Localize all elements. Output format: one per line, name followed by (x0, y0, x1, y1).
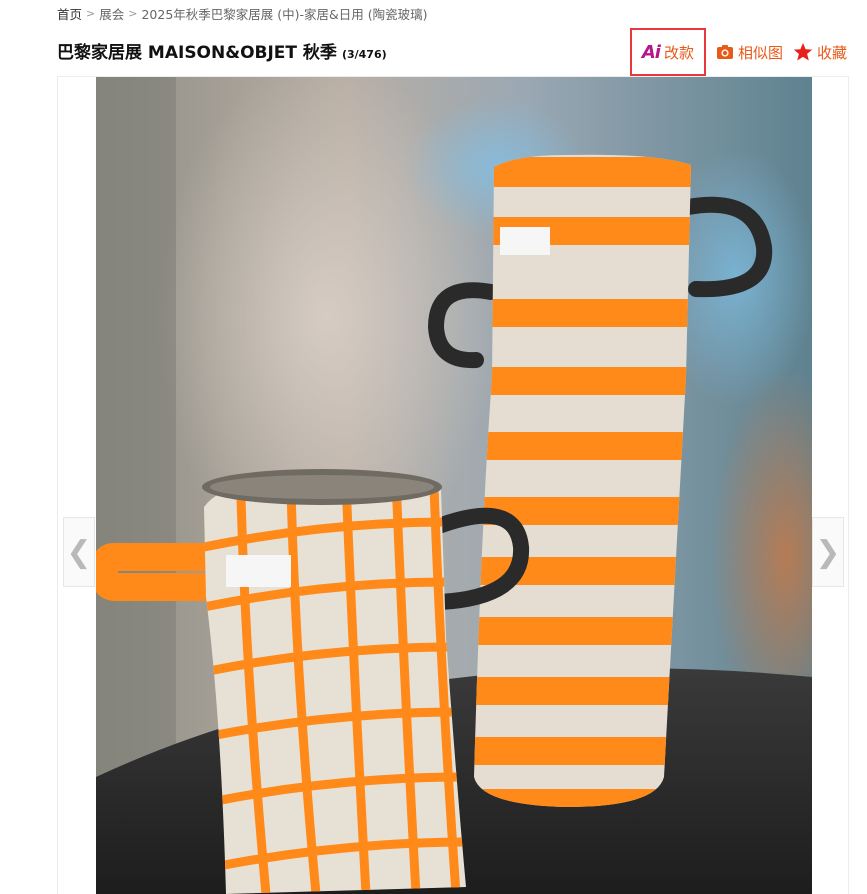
ai-restyle-button[interactable]: Ai 改款 (629, 28, 706, 76)
camera-icon (716, 45, 733, 59)
product-photo[interactable] (96, 77, 812, 894)
chevron-left-icon: ❮ (66, 534, 92, 570)
favorite-button[interactable]: 收藏 (793, 42, 847, 63)
breadcrumb-current[interactable]: 2025年秋季巴黎家居展 (中)-家居&日用 (陶瓷玻璃) (141, 4, 427, 23)
star-icon (793, 43, 813, 61)
prev-image-button[interactable]: ❮ (63, 517, 95, 587)
breadcrumb-separator: > (128, 6, 138, 20)
ai-icon: Ai (641, 41, 661, 63)
page-title: 巴黎家居展 MAISON&OBJET 秋季 (3/476) (57, 38, 387, 66)
breadcrumb-home[interactable]: 首页 (57, 4, 82, 23)
favorite-label: 收藏 (816, 43, 847, 62)
breadcrumb: 首页 > 展会 > 2025年秋季巴黎家居展 (中)-家居&日用 (陶瓷玻璃) (57, 3, 428, 23)
chevron-right-icon: ❯ (815, 534, 841, 570)
next-image-button[interactable]: ❯ (812, 517, 844, 587)
breadcrumb-separator: > (86, 6, 96, 20)
ai-restyle-label: 改款 (663, 43, 694, 62)
breadcrumb-section[interactable]: 展会 (99, 4, 124, 23)
page-title-text: 巴黎家居展 MAISON&OBJET 秋季 (57, 43, 337, 63)
image-counter: (3/476) (341, 48, 387, 61)
image-viewer (57, 76, 849, 894)
action-bar: Ai 改款 相似图 收藏 (629, 28, 847, 76)
similar-image-button[interactable]: 相似图 (716, 42, 783, 63)
similar-image-label: 相似图 (737, 43, 783, 62)
